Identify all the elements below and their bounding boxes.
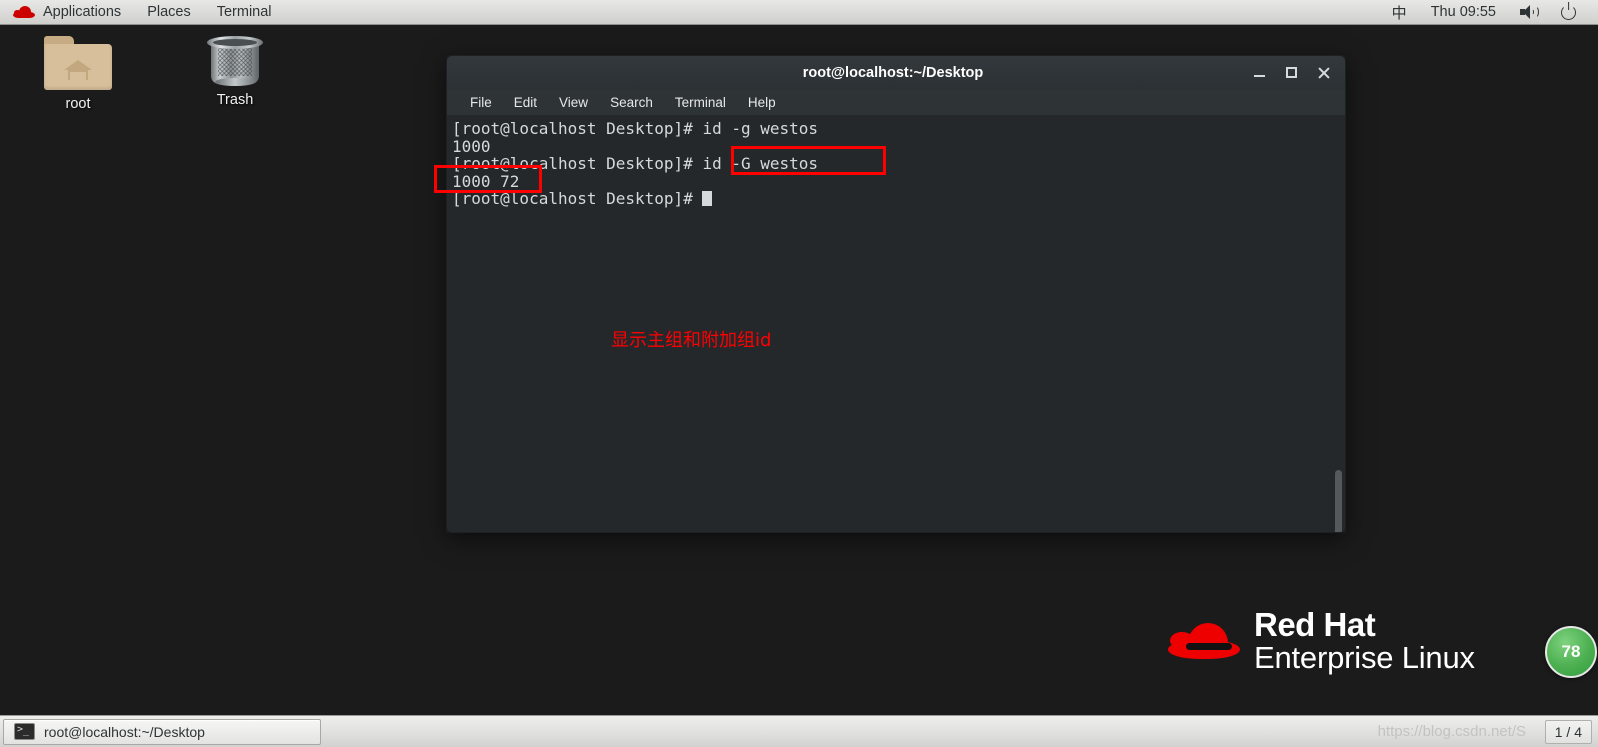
terminal-output-text: [root@localhost Desktop]# id -g westos 1… [452, 119, 819, 208]
menu-edit-label: Edit [513, 94, 538, 110]
top-panel-menus: Applications Places Terminal [0, 0, 285, 24]
notification-badge-count: 78 [1561, 642, 1581, 661]
annotation-note: 显示主组和附加组id [611, 330, 772, 351]
menu-view-label: View [559, 94, 589, 110]
taskbar-item-terminal[interactable]: root@localhost:~/Desktop [3, 718, 321, 745]
terminal-scrollbar-thumb[interactable] [1335, 470, 1342, 532]
maximize-icon [1285, 67, 1297, 78]
notification-badge[interactable]: 78 [1545, 626, 1597, 678]
menu-terminal-label: Terminal [674, 94, 726, 110]
redhat-branding: Red Hat Enterprise Linux [1168, 606, 1475, 676]
minimize-icon [1253, 75, 1265, 77]
redhat-icon [13, 5, 35, 19]
desktop-icon-trash[interactable]: Trash [180, 34, 290, 108]
redhat-menu-logo[interactable]: Applications [0, 0, 134, 24]
menu-file-label: File [470, 94, 492, 110]
terminal-icon [14, 723, 35, 740]
watermark: https://blog.csdn.net/S [1377, 723, 1526, 740]
minimize-button[interactable] [1243, 59, 1275, 87]
ime-label: 中 [1391, 3, 1407, 22]
menu-terminal-menu[interactable]: Terminal [664, 89, 737, 115]
terminal-titlebar[interactable]: root@localhost:~/Desktop [446, 55, 1346, 89]
menu-search-label: Search [610, 94, 653, 110]
window-controls [1243, 59, 1345, 87]
terminal-window[interactable]: root@localhost:~/Desktop File Edit View … [446, 55, 1346, 533]
redhat-fedora-icon [1168, 617, 1240, 665]
menu-terminal-label: Terminal [216, 4, 272, 20]
workspace-switcher[interactable]: 1 / 4 [1544, 719, 1592, 744]
menu-help-label: Help [747, 94, 776, 110]
terminal-menubar: File Edit View Search Terminal Help [446, 89, 1346, 115]
menu-search[interactable]: Search [599, 89, 664, 115]
menu-applications-label: Applications [43, 4, 122, 20]
home-folder-icon [44, 36, 112, 90]
redhat-brand-text: Red Hat Enterprise Linux [1254, 606, 1475, 676]
workspace-switcher-label: 1 / 4 [1554, 723, 1582, 740]
desktop-icon-trash-label: Trash [216, 92, 254, 108]
top-panel: Applications Places Terminal 中 Thu 09:55 [0, 0, 1598, 25]
input-method-indicator[interactable]: 中 [1380, 0, 1419, 24]
power-icon [1561, 4, 1576, 20]
terminal-output: [root@localhost Desktop]# id -g westos 1… [452, 120, 818, 208]
top-panel-status-area: 中 Thu 09:55 [1380, 0, 1598, 24]
desktop-icon-root-label: root [65, 96, 91, 112]
menu-file[interactable]: File [459, 89, 503, 115]
menu-help[interactable]: Help [737, 89, 787, 115]
close-icon [1317, 66, 1330, 79]
desktop-icon-root[interactable]: root [23, 36, 133, 112]
trash-can-icon [207, 34, 263, 86]
menu-edit[interactable]: Edit [503, 89, 548, 115]
bottom-panel: root@localhost:~/Desktop https://blog.cs… [0, 715, 1598, 747]
close-button[interactable] [1307, 59, 1339, 87]
speaker-icon [1520, 5, 1539, 19]
menu-places-label: Places [147, 4, 191, 20]
redhat-brand-line2: Enterprise Linux [1254, 640, 1475, 676]
clock-label: Thu 09:55 [1430, 4, 1496, 20]
maximize-button[interactable] [1275, 59, 1307, 87]
clock[interactable]: Thu 09:55 [1419, 0, 1508, 24]
terminal-body[interactable]: [root@localhost Desktop]# id -g westos 1… [446, 115, 1346, 533]
terminal-cursor [702, 191, 713, 206]
volume-button[interactable] [1508, 0, 1549, 24]
taskbar-item-label: root@localhost:~/Desktop [44, 723, 205, 740]
menu-places[interactable]: Places [134, 0, 204, 24]
menu-terminal[interactable]: Terminal [204, 0, 285, 24]
terminal-scrollbar[interactable] [1331, 115, 1345, 532]
redhat-brand-line1: Red Hat [1254, 606, 1376, 643]
power-button[interactable] [1549, 0, 1588, 24]
menu-view[interactable]: View [548, 89, 599, 115]
terminal-title: root@localhost:~/Desktop [802, 64, 984, 81]
